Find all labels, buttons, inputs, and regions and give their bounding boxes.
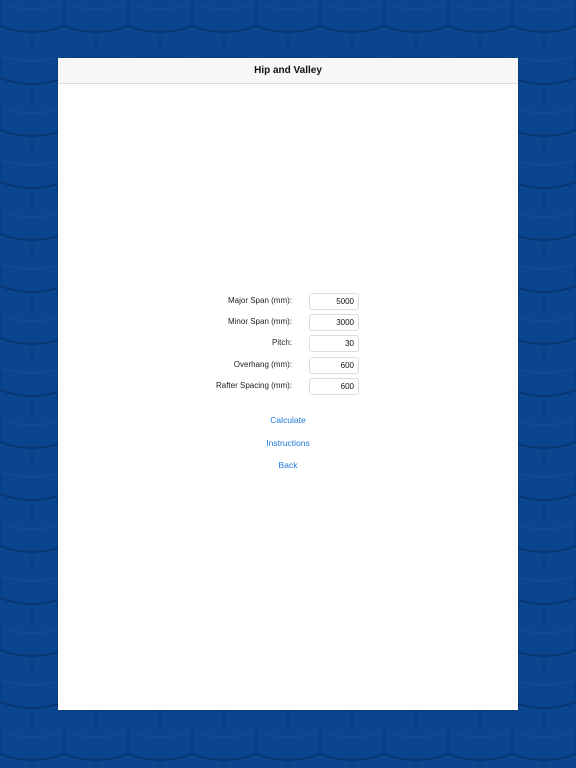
pitch-label: Pitch: <box>271 338 292 347</box>
rafter-spacing-label: Rafter Spacing (mm): <box>215 381 292 390</box>
minor-span-row: Minor Span (mm): <box>58 314 518 332</box>
pitch-row: Pitch: <box>58 335 518 353</box>
overhang-row: Overhang (mm): <box>58 357 518 375</box>
overhang-input[interactable] <box>309 357 359 374</box>
rafter-spacing-input[interactable] <box>309 378 359 395</box>
minor-span-label: Minor Span (mm): <box>227 317 292 326</box>
minor-span-input[interactable] <box>309 314 359 331</box>
navigation-bar: Hip and Valley <box>58 58 518 84</box>
overhang-label: Overhang (mm): <box>233 360 292 369</box>
major-span-label: Major Span (mm): <box>227 296 292 305</box>
pitch-input[interactable] <box>309 335 359 352</box>
major-span-row: Major Span (mm): <box>58 293 518 311</box>
app-window: Hip and Valley Major Span (mm): Minor Sp… <box>58 58 518 710</box>
calculate-button[interactable]: Calculate <box>58 415 518 425</box>
page-title: Hip and Valley <box>254 65 322 76</box>
major-span-input[interactable] <box>309 293 359 310</box>
instructions-button[interactable]: Instructions <box>58 438 518 448</box>
back-button[interactable]: Back <box>58 460 518 470</box>
rafter-spacing-row: Rafter Spacing (mm): <box>58 378 518 396</box>
